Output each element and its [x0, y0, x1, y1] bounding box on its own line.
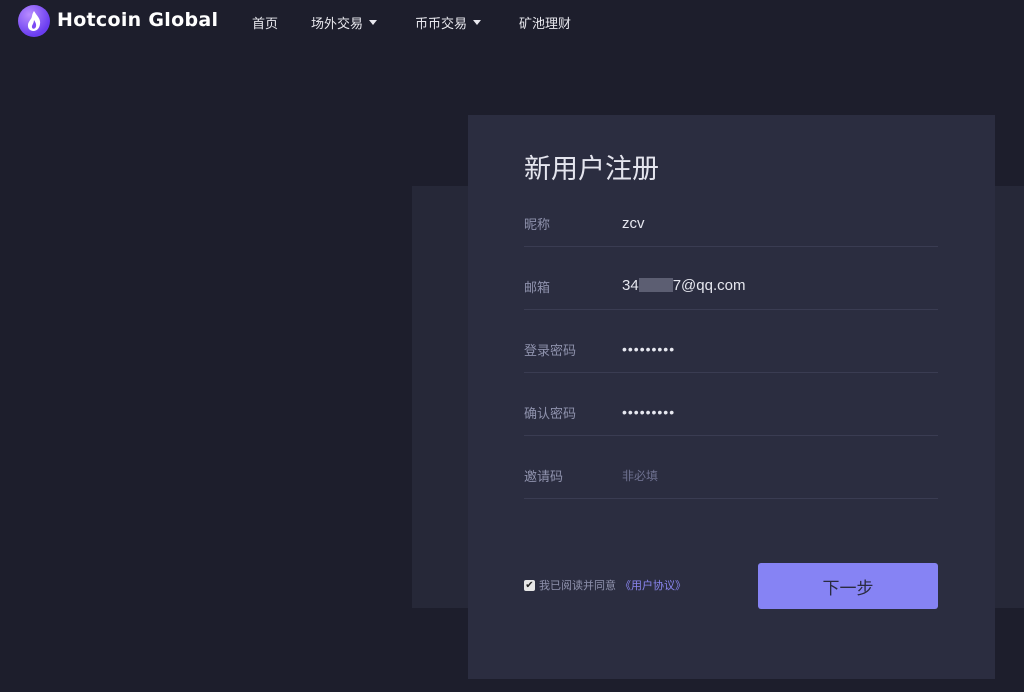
- nav-item-home[interactable]: 首页: [252, 13, 278, 32]
- register-card: 新用户注册 昵称 邮箱 34 7@qq.com 登录密码 确认密码 邀请码 ✔ 我…: [468, 115, 995, 679]
- nav-item-mining[interactable]: 矿池理财: [519, 13, 571, 32]
- flame-drop-icon[interactable]: [18, 5, 50, 37]
- agreement-checkbox[interactable]: ✔: [524, 579, 535, 591]
- password-label: 登录密码: [524, 344, 577, 359]
- page-title: 新用户注册: [524, 154, 659, 185]
- email-field[interactable]: 34 7@qq.com: [622, 277, 745, 294]
- email-value-suffix: 7@qq.com: [672, 277, 746, 294]
- invite-code-label: 邀请码: [524, 470, 564, 485]
- caret-down-icon: [473, 20, 482, 25]
- nav-item-label: 场外交易: [311, 17, 364, 32]
- agreement-row: ✔ 我已阅读并同意 《用户协议》: [524, 577, 686, 593]
- confirm-password-row: 确认密码: [524, 395, 938, 436]
- nickname-label: 昵称: [524, 218, 551, 233]
- password-input[interactable]: [622, 334, 932, 364]
- next-step-button[interactable]: 下一步: [758, 563, 938, 609]
- nickname-input[interactable]: [622, 208, 932, 238]
- confirm-password-input[interactable]: [622, 397, 932, 427]
- email-row: 邮箱 34 7@qq.com: [524, 269, 938, 310]
- nickname-row: 昵称: [524, 206, 938, 247]
- email-value-prefix: 34: [622, 277, 639, 294]
- nav-item-label: 币币交易: [415, 17, 468, 32]
- redaction-mask: [638, 278, 673, 292]
- nav-item-label: 矿池理财: [519, 17, 572, 32]
- nav-item-coin-trade[interactable]: 币币交易: [415, 13, 482, 32]
- brand-name[interactable]: Hotcoin Global: [57, 9, 218, 31]
- nav-item-otc[interactable]: 场外交易: [311, 13, 378, 32]
- top-navigation-bar: Hotcoin Global 首页 场外交易 币币交易 矿池理财: [0, 0, 1024, 44]
- caret-down-icon: [369, 20, 378, 25]
- user-agreement-link[interactable]: 《用户协议》: [620, 577, 686, 593]
- invite-code-input[interactable]: [622, 460, 932, 490]
- nav-item-label: 首页: [252, 17, 279, 32]
- password-row: 登录密码: [524, 332, 938, 373]
- agreement-text: 我已阅读并同意: [539, 579, 616, 592]
- invite-code-row: 邀请码: [524, 458, 938, 499]
- email-label: 邮箱: [524, 281, 551, 296]
- confirm-password-label: 确认密码: [524, 407, 577, 422]
